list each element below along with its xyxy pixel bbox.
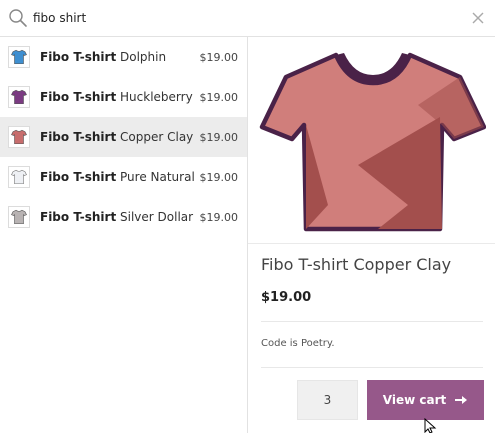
divider — [261, 367, 483, 368]
image-divider — [248, 243, 495, 244]
product-thumbnail — [8, 86, 30, 108]
product-thumbnail — [8, 166, 30, 188]
search-bar — [0, 0, 495, 37]
result-price: $19.00 — [199, 130, 239, 144]
product-description: Code is Poetry. — [261, 338, 335, 349]
mouse-cursor-icon — [424, 418, 437, 433]
product-detail-panel: Fibo T-shirt Copper Clay $19.00 Code is … — [248, 37, 495, 433]
result-item-pure-natural[interactable]: Fibo T-shirt Pure Natural $19.00 — [0, 157, 247, 197]
product-title: Fibo T-shirt Copper Clay — [261, 255, 452, 274]
product-price: $19.00 — [261, 290, 312, 305]
result-price: $19.00 — [199, 90, 239, 104]
search-input[interactable] — [33, 6, 453, 30]
tshirt-icon — [11, 169, 27, 185]
close-icon[interactable] — [470, 10, 486, 26]
tshirt-icon — [11, 209, 27, 225]
result-price: $19.00 — [199, 170, 239, 184]
product-image — [259, 52, 486, 232]
tshirt-icon — [11, 129, 27, 145]
result-item-copper-clay[interactable]: Fibo T-shirt Copper Clay $19.00 — [0, 117, 247, 157]
result-price: $19.00 — [199, 210, 239, 224]
tshirt-icon — [11, 49, 27, 65]
tshirt-icon — [11, 89, 27, 105]
result-item-dolphin[interactable]: Fibo T-shirt Dolphin $19.00 — [0, 37, 247, 77]
divider — [261, 321, 483, 322]
result-item-silver-dollar[interactable]: Fibo T-shirt Silver Dollar $19.00 — [0, 197, 247, 237]
quantity-input[interactable] — [297, 380, 358, 420]
result-item-huckleberry[interactable]: Fibo T-shirt Huckleberry $19.00 — [0, 77, 247, 117]
search-icon — [9, 9, 27, 27]
view-cart-label: View cart — [382, 393, 447, 407]
result-price: $19.00 — [199, 50, 239, 64]
product-thumbnail — [8, 126, 30, 148]
search-results-list: Fibo T-shirt Dolphin $19.00 Fibo T-shirt… — [0, 37, 247, 237]
arrow-right-icon — [455, 396, 468, 404]
view-cart-button[interactable]: View cart — [367, 380, 484, 420]
product-thumbnail — [8, 206, 30, 228]
product-thumbnail — [8, 46, 30, 68]
